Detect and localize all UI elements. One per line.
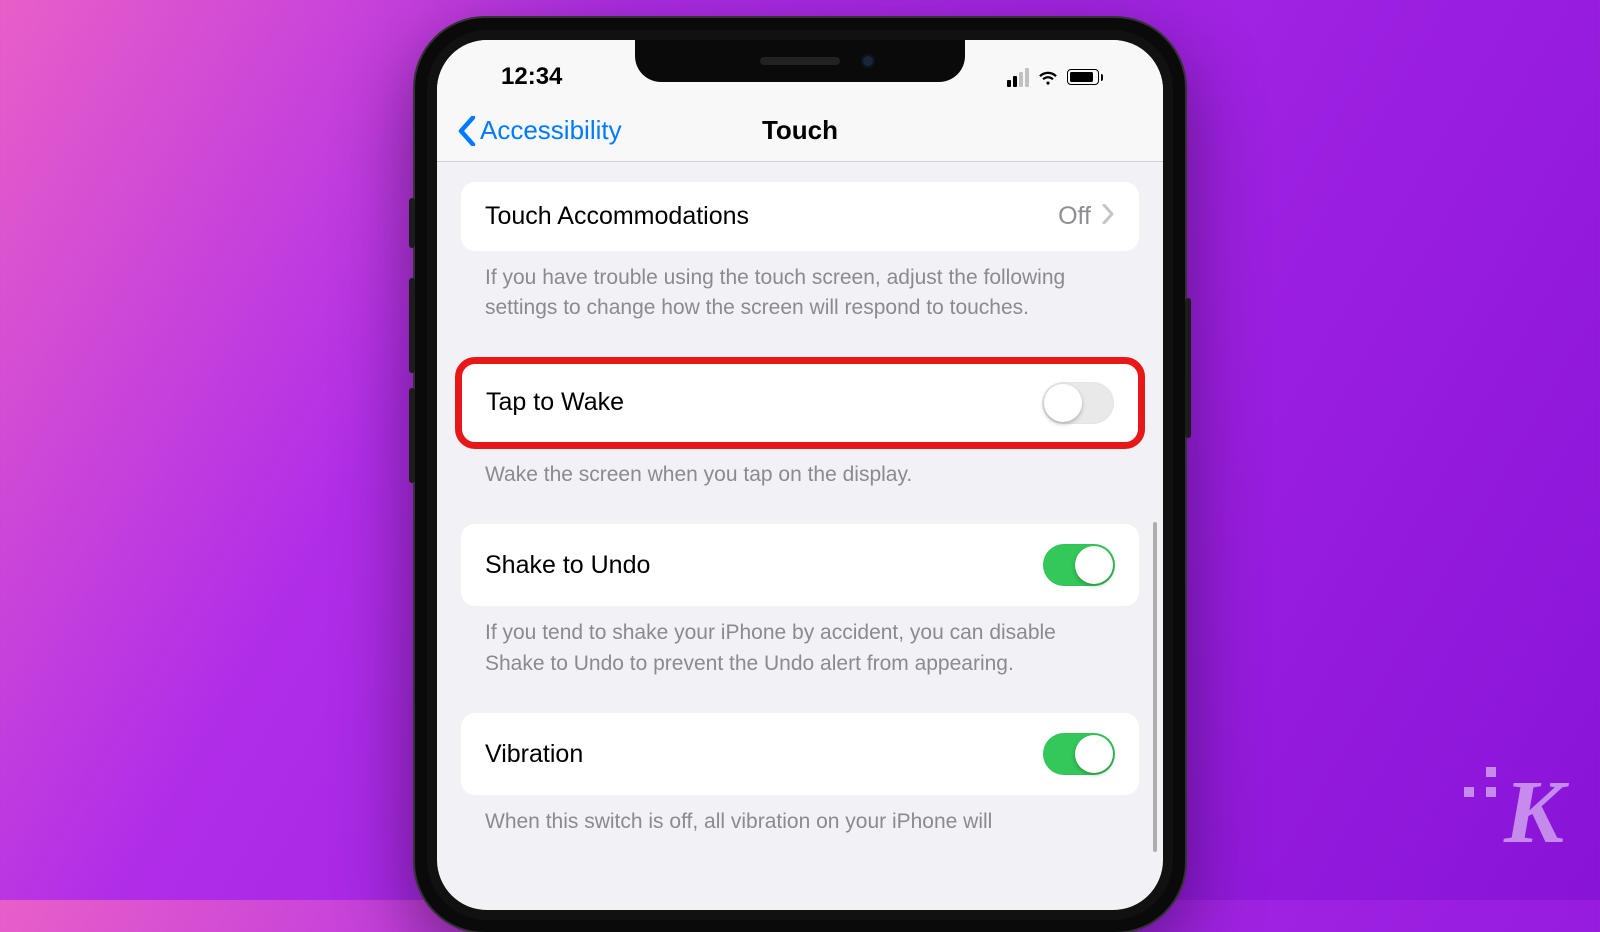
nav-bar: Accessibility Touch (437, 100, 1163, 162)
tap-to-wake-row[interactable]: Tap to Wake (462, 364, 1138, 442)
watermark: K (1464, 761, 1560, 864)
chevron-right-icon (1101, 202, 1115, 231)
speaker (760, 57, 840, 65)
volume-up-button (409, 278, 415, 373)
phone-mockup: 12:34 Access (415, 18, 1185, 932)
tap-to-wake-toggle[interactable] (1042, 382, 1114, 424)
tap-to-wake-label: Tap to Wake (486, 388, 624, 417)
vibration-footer: When this switch is off, all vibration o… (461, 795, 1139, 837)
watermark-dots-icon (1464, 767, 1496, 797)
watermark-letter: K (1504, 761, 1560, 864)
tap-to-wake-highlight: Tap to Wake (455, 357, 1145, 449)
shake-to-undo-row[interactable]: Shake to Undo (461, 524, 1139, 606)
touch-accommodations-label: Touch Accommodations (485, 202, 749, 231)
page-title: Touch (762, 115, 838, 146)
scroll-indicator[interactable] (1153, 522, 1157, 852)
status-time: 12:34 (479, 63, 562, 91)
vibration-row[interactable]: Vibration (461, 713, 1139, 795)
settings-content: Touch Accommodations Off If you have tro… (437, 162, 1163, 910)
vibration-label: Vibration (485, 740, 583, 769)
back-label: Accessibility (480, 115, 622, 146)
power-button (1185, 298, 1191, 438)
touch-accommodations-footer: If you have trouble using the touch scre… (461, 251, 1139, 324)
front-camera (861, 54, 875, 68)
touch-accommodations-value: Off (1058, 202, 1091, 231)
wifi-icon (1037, 66, 1059, 88)
battery-icon (1067, 69, 1104, 85)
touch-accommodations-row[interactable]: Touch Accommodations Off (461, 182, 1139, 251)
mute-switch (409, 198, 415, 248)
shake-to-undo-label: Shake to Undo (485, 551, 650, 580)
back-button[interactable]: Accessibility (457, 115, 622, 146)
shake-to-undo-footer: If you tend to shake your iPhone by acci… (461, 606, 1139, 679)
volume-down-button (409, 388, 415, 483)
shake-to-undo-toggle[interactable] (1043, 544, 1115, 586)
chevron-left-icon (457, 116, 477, 146)
cellular-signal-icon (1007, 68, 1029, 87)
notch (635, 40, 965, 82)
phone-screen: 12:34 Access (437, 40, 1163, 910)
tap-to-wake-footer: Wake the screen when you tap on the disp… (461, 448, 1139, 490)
vibration-toggle[interactable] (1043, 733, 1115, 775)
